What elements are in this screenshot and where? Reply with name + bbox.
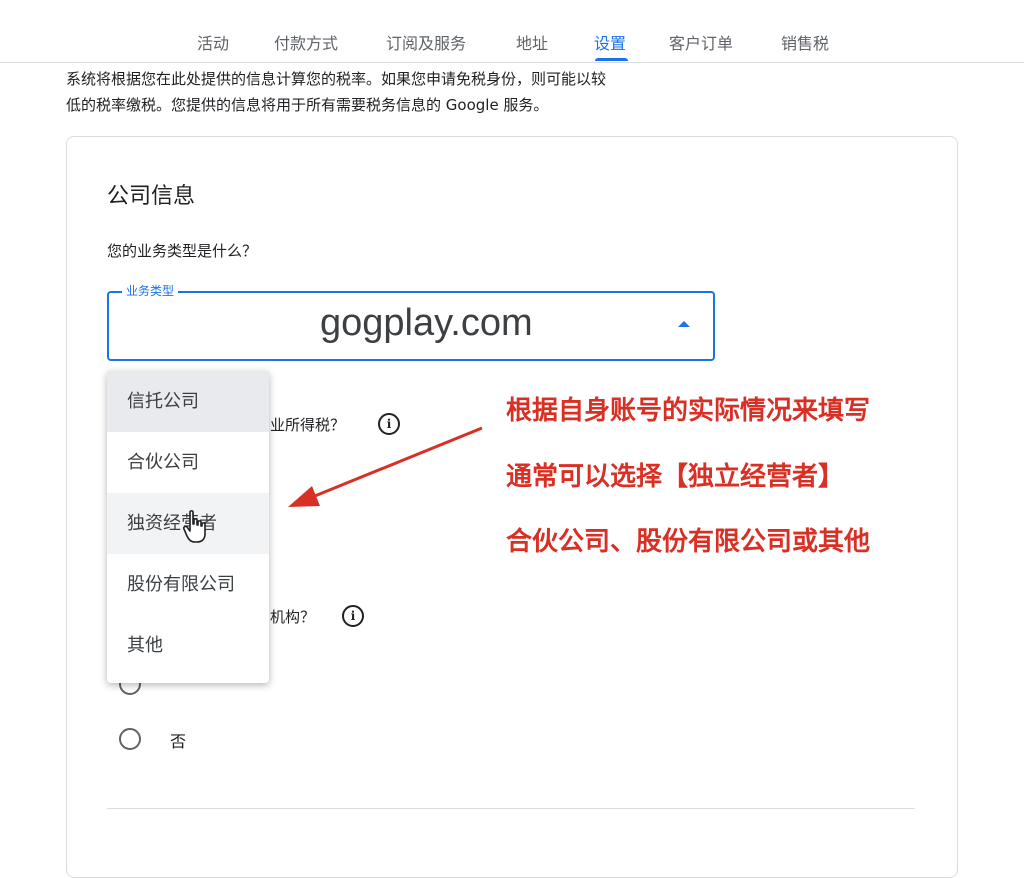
annotation-line-2: 通常可以选择【独立经营者】 bbox=[506, 462, 845, 492]
menu-item-partnership[interactable]: 合伙公司 bbox=[107, 432, 269, 493]
intro-text: 系统将根据您在此处提供的信息计算您的税率。如果您申请免税身份，则可能以较 低的税… bbox=[66, 66, 726, 118]
business-type-label: 业务类型 bbox=[122, 282, 179, 299]
business-type-value: gogplay.com bbox=[320, 302, 533, 344]
tab-subscriptions[interactable]: 订阅及服务 bbox=[386, 30, 466, 54]
tab-payment-methods[interactable]: 付款方式 bbox=[274, 30, 338, 54]
info-icon[interactable]: i bbox=[342, 605, 364, 627]
info-icon[interactable]: i bbox=[378, 413, 400, 435]
tab-addresses[interactable]: 地址 bbox=[516, 30, 548, 54]
organization-question: 机构？ bbox=[270, 608, 316, 626]
annotation-line-1: 根据自身账号的实际情况来填写 bbox=[506, 396, 871, 426]
menu-item-corporation[interactable]: 股份有限公司 bbox=[107, 554, 269, 615]
menu-item-trust[interactable]: 信托公司 bbox=[107, 371, 269, 432]
tab-settings[interactable]: 设置 bbox=[594, 30, 626, 54]
tab-customer-orders[interactable]: 客户订单 bbox=[669, 30, 733, 54]
intro-line-1: 系统将根据您在此处提供的信息计算您的税率。如果您申请免税身份，则可能以较 bbox=[66, 70, 607, 88]
menu-item-other[interactable]: 其他 bbox=[107, 615, 269, 676]
card-title: 公司信息 bbox=[107, 184, 196, 209]
tax-question: 业所得税？ bbox=[270, 416, 346, 434]
radio-no[interactable] bbox=[119, 728, 141, 750]
business-type-question: 您的业务类型是什么？ bbox=[107, 242, 258, 260]
divider bbox=[107, 808, 915, 809]
top-navigation: 活动 付款方式 订阅及服务 地址 设置 客户订单 销售税 bbox=[0, 0, 1024, 63]
annotation-line-3: 合伙公司、股份有限公司或其他 bbox=[506, 527, 871, 557]
caret-up-icon[interactable] bbox=[678, 321, 690, 327]
hand-cursor-icon bbox=[183, 510, 206, 543]
active-tab-indicator bbox=[595, 58, 628, 61]
tab-activity[interactable]: 活动 bbox=[197, 30, 229, 54]
intro-line-2: 低的税率缴税。您提供的信息将用于所有需要税务信息的 Google 服务。 bbox=[66, 96, 549, 114]
tab-sales-tax[interactable]: 销售税 bbox=[781, 30, 829, 54]
radio-no-label: 否 bbox=[170, 732, 187, 751]
